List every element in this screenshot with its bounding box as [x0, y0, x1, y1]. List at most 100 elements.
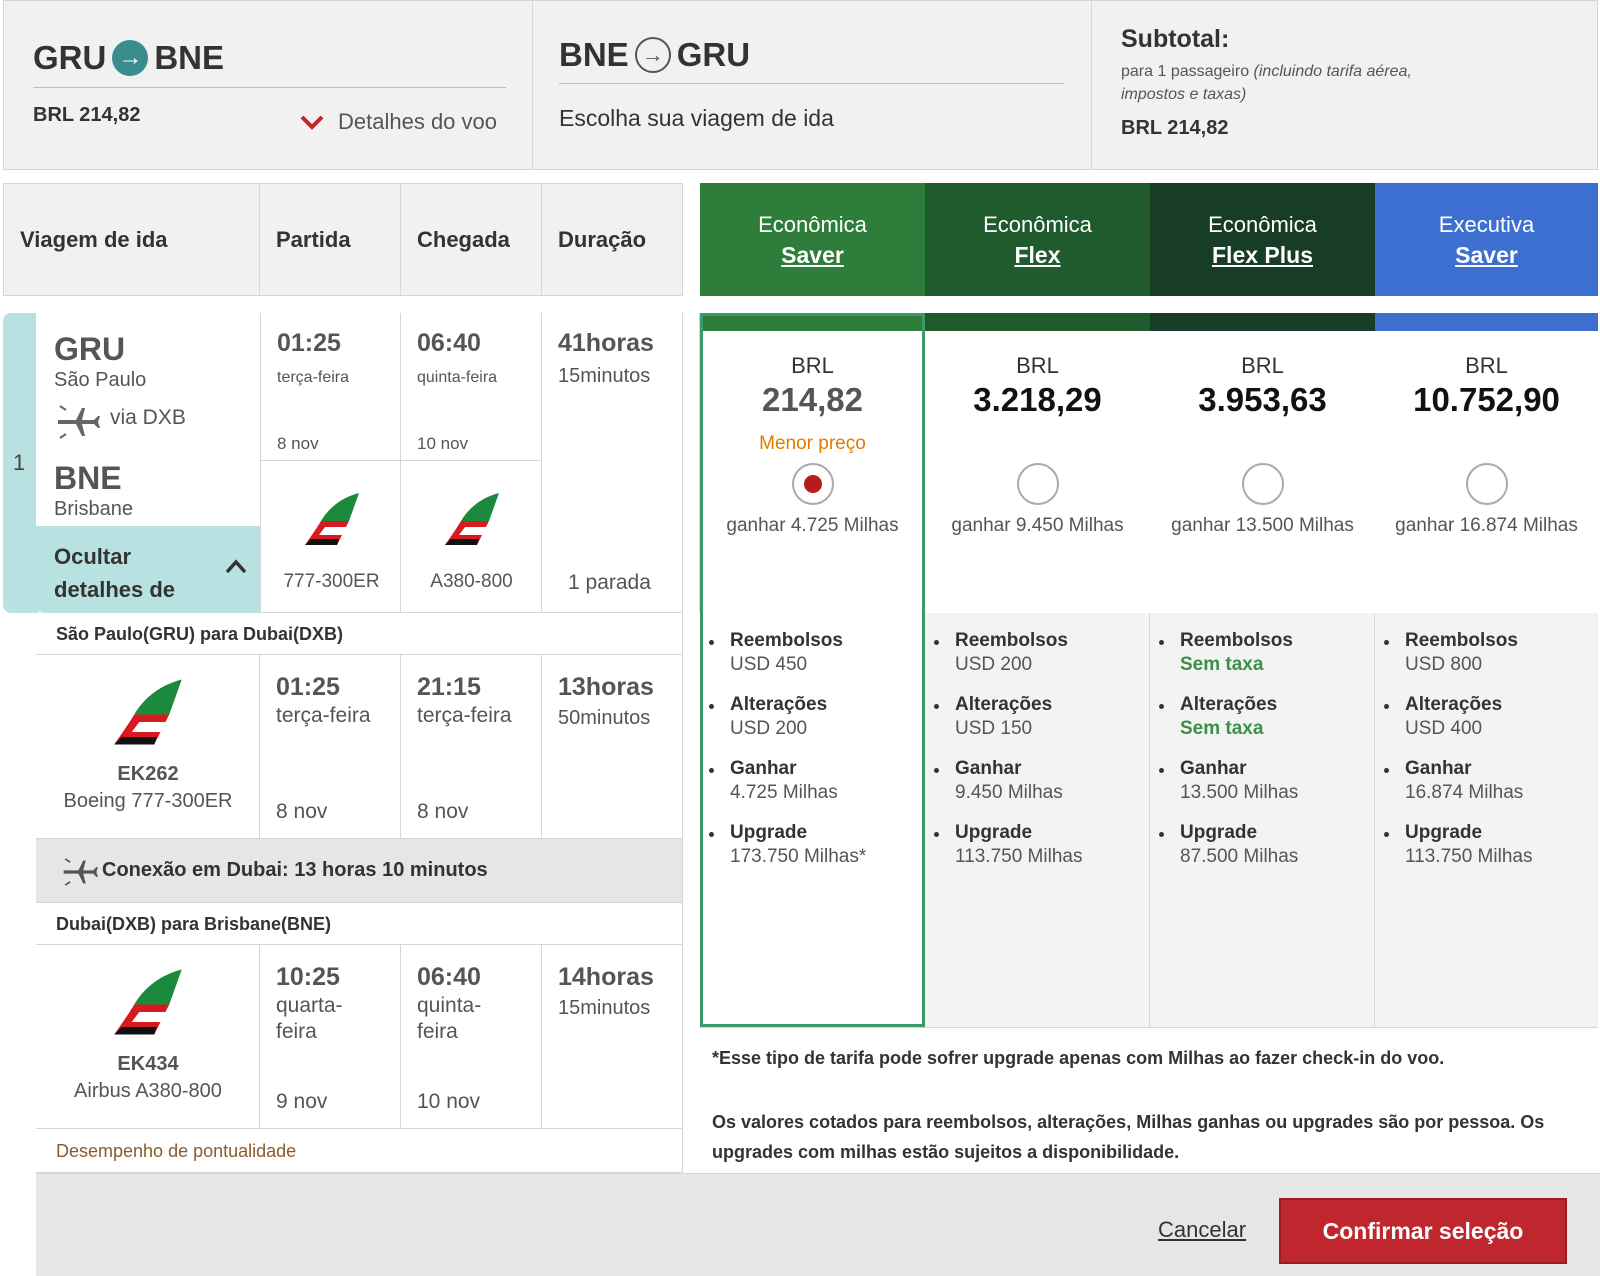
upgrade-note: *Esse tipo de tarifa pode sofrer upgrade… — [712, 1048, 1445, 1068]
fare-radio[interactable] — [1241, 463, 1284, 505]
header-departure: Partida — [260, 183, 401, 296]
origin-city: São Paulo — [54, 369, 147, 391]
outbound-summary: GRU → BNE BRL 214,82 Detalhes do voo — [3, 0, 533, 170]
connection-plane-icon — [63, 858, 98, 886]
chevron-down-icon — [300, 115, 324, 130]
segment-flight-1: EK262 Boeing 777-300ER — [36, 655, 260, 839]
flight-route-cell: GRU São Paulo via DXB BNE Brisbane — [36, 313, 260, 526]
connection-text: Conexão em Dubai: 13 horas 10 minutos — [102, 859, 488, 881]
outbound-price: BRL 214,82 — [33, 104, 141, 126]
aircraft-model: Airbus A380-800 — [74, 1080, 222, 1102]
fare-features-economy-saver: Reembolsos USD 450 Alterações USD 200 Ganh… — [700, 613, 925, 1027]
subtotal-title: Subtotal: — [1121, 25, 1230, 53]
punctuality-row[interactable]: Desempenho de pontualidade — [36, 1129, 683, 1173]
fare-earn-miles: ganhar 4.725 Milhas — [726, 515, 899, 536]
segment-departure-1: 01:25 terça-feira 8 nov — [260, 655, 401, 839]
flight-details-toggle[interactable]: Detalhes do voo — [300, 109, 497, 135]
fare-header-economy-flex[interactable]: Econômica Flex — [925, 183, 1150, 296]
emirates-tail-icon — [445, 493, 499, 545]
fare-option-economy-flex[interactable]: BRL 3.218,29 ganhar 9.450 Milhas — [925, 313, 1150, 537]
emirates-tail-icon — [114, 679, 182, 745]
origin-code: GRU — [33, 39, 107, 76]
inbound-prompt: Escolha sua viagem de ida — [559, 105, 834, 131]
destination-code: BNE — [54, 460, 122, 496]
destination-code: BNE — [154, 39, 225, 76]
segment-departure-2: 10:25 quarta- feira 9 nov — [260, 945, 401, 1129]
fare-features-economy-flex: Reembolsos USD 200 Alterações USD 150 Ganh… — [925, 613, 1150, 1027]
fare-notes: *Esse tipo de tarifa pode sofrer upgrade… — [700, 1027, 1598, 1173]
segment-title-2: Dubai(DXB) para Brisbane(BNE) — [36, 903, 683, 945]
fare-price: 214,82 — [762, 381, 863, 418]
fare-features-business-saver: Reembolsos USD 800 Alterações USD 400 Ganh… — [1375, 613, 1598, 1027]
values-note: Os valores cotados para reembolsos, alte… — [712, 1112, 1545, 1162]
fare-header-economy-flex-plus[interactable]: Econômica Flex Plus — [1150, 183, 1375, 296]
hide-details-toggle[interactable]: Ocultar detalhes de — [36, 526, 260, 613]
fare-radio[interactable] — [1465, 463, 1508, 505]
flight-number: EK434 — [117, 1053, 179, 1075]
subtotal-note: para 1 passageiro (incluindo tarifa aére… — [1121, 63, 1412, 103]
segment-duration-2: 14horas 15minutos — [542, 945, 683, 1129]
fare-option-business-saver[interactable]: BRL 10.752,90 ganhar 16.874 Milhas — [1375, 313, 1598, 537]
confirm-selection-button[interactable]: Confirmar seleção — [1279, 1198, 1567, 1264]
fare-price: 3.953,63 — [1198, 381, 1327, 418]
aircraft-model: Boeing 777-300ER — [63, 790, 233, 812]
connection-plane-icon — [58, 405, 100, 439]
header-arrival: Chegada — [401, 183, 542, 296]
fare-radio[interactable] — [791, 463, 834, 505]
arrival-time: 06:40 — [417, 329, 481, 357]
fare-header-economy-saver[interactable]: Econômica Saver — [700, 183, 925, 296]
segment-arrival-2: 06:40 quinta- feira 10 nov — [401, 945, 542, 1129]
connection-banner: Conexão em Dubai: 13 horas 10 minutos — [36, 839, 683, 903]
fare-price: 10.752,90 — [1413, 381, 1560, 418]
chevron-up-icon — [225, 559, 247, 574]
header-trip: Viagem de ida — [3, 183, 260, 296]
segment-flight-2: EK434 Airbus A380-800 — [36, 945, 260, 1129]
fare-price: 3.218,29 — [973, 381, 1102, 418]
inbound-summary: BNE → GRU Escolha sua viagem de ida — [532, 0, 1092, 170]
segment-arrival-1: 21:15 terça-feira 8 nov — [401, 655, 542, 839]
duration-hours: 41horas — [558, 329, 654, 357]
departure-time: 01:25 — [277, 329, 341, 357]
departure-date: 8 nov — [277, 434, 319, 453]
column-spacer — [683, 313, 700, 613]
arrow-right-icon: → — [634, 37, 671, 73]
flight-index-tab: 1 — [3, 313, 39, 613]
arrival-day: quinta-feira — [417, 369, 498, 386]
inbound-route: BNE → GRU — [559, 36, 750, 74]
aircraft-cell-2: A380-800 — [401, 461, 542, 613]
origin-code: BNE — [559, 36, 629, 73]
cancel-link[interactable]: Cancelar — [1158, 1217, 1246, 1243]
destination-city: Brisbane — [54, 498, 133, 520]
lowest-price-badge: Menor preço — [759, 433, 866, 454]
hide-details-label: Ocultar detalhes de — [54, 544, 176, 602]
duration-cell: 41horas 15minutos 1 parada — [542, 313, 683, 613]
aircraft-cell-1: 777-300ER — [260, 461, 401, 613]
departure-day: terça-feira — [277, 369, 350, 386]
arrow-right-icon: → — [112, 40, 149, 76]
subtotal-amount: BRL 214,82 — [1121, 117, 1229, 139]
fare-header-business-saver[interactable]: Executiva Saver — [1375, 183, 1598, 296]
origin-code: GRU — [54, 331, 126, 367]
segment-duration-1: 13horas 50minutos — [542, 655, 683, 839]
fare-features-economy-flex-plus: Reembolsos Sem taxa Alterações Sem taxa Ga… — [1150, 613, 1375, 1027]
fare-radio[interactable] — [1016, 463, 1059, 505]
fare-option-economy-saver[interactable]: BRL 214,82 Menor preço ganhar 4.725 Milh… — [700, 313, 925, 537]
arrival-cell: 06:40 quinta-feira 10 nov — [401, 313, 542, 461]
aircraft-type: 777-300ER — [283, 571, 380, 592]
flight-number: EK262 — [117, 763, 179, 785]
aircraft-type: A380-800 — [430, 571, 513, 592]
stops-count: 1 parada — [568, 571, 651, 594]
emirates-tail-icon — [305, 493, 359, 545]
subtotal-box: Subtotal: para 1 passageiro (incluindo t… — [1091, 0, 1598, 170]
punctuality-link[interactable]: Desempenho de pontualidade — [56, 1141, 296, 1162]
departure-cell: 01:25 terça-feira 8 nov — [260, 313, 401, 461]
arrival-date: 10 nov — [417, 434, 469, 453]
outbound-route: GRU → BNE — [33, 39, 224, 77]
fare-earn-miles: ganhar 13.500 Milhas — [1171, 515, 1354, 536]
segment-title-1: São Paulo(GRU) para Dubai(DXB) — [36, 613, 683, 655]
flight-index: 1 — [13, 450, 26, 475]
flight-details-label: Detalhes do voo — [338, 109, 497, 134]
fare-option-economy-flex-plus[interactable]: BRL 3.953,63 ganhar 13.500 Milhas — [1150, 313, 1375, 537]
duration-minutes: 15minutos — [558, 365, 651, 387]
header-duration: Duração — [542, 183, 683, 296]
